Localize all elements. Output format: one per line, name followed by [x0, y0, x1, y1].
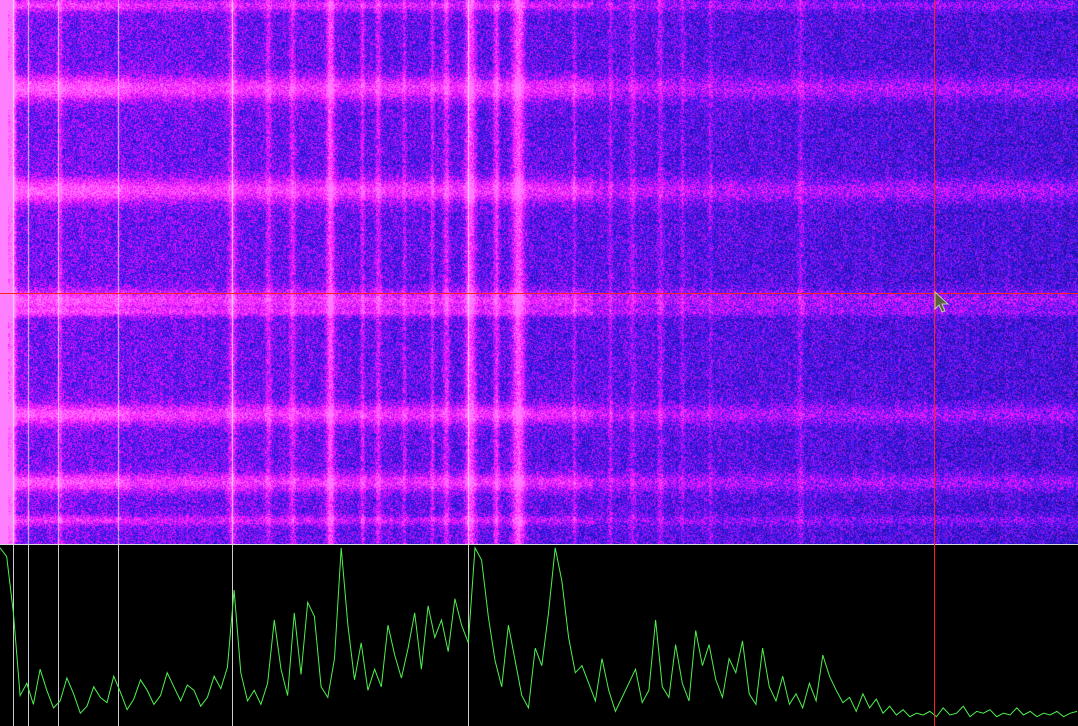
sdr-app	[0, 0, 1078, 726]
waterfall-display[interactable]	[0, 0, 1078, 544]
spectrum-display[interactable]	[0, 544, 1078, 726]
spectrum-background	[0, 544, 1078, 726]
